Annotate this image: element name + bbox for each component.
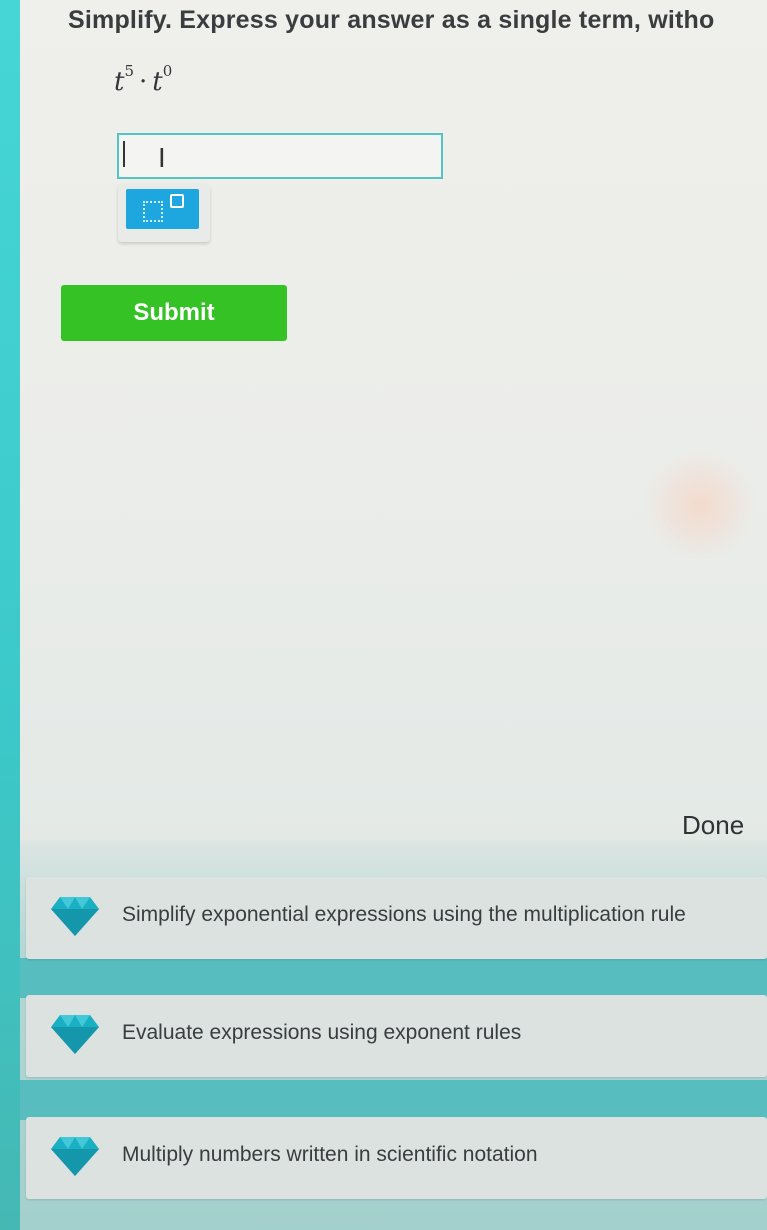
multiplication-dot: · (139, 67, 148, 97)
content-background (20, 0, 767, 860)
expression-base: t (152, 67, 163, 97)
exponent-button[interactable] (126, 189, 199, 229)
skills-separator-band (20, 958, 767, 998)
expression-exponent: 5 (124, 62, 134, 80)
screen-glare (640, 450, 760, 560)
math-expression: t5 · t0 (114, 62, 172, 97)
skill-label: Simplify exponential expressions using t… (122, 903, 686, 926)
answer-input[interactable] (117, 133, 443, 179)
diamond-icon (51, 1137, 99, 1176)
expression-exponent: 0 (162, 62, 173, 80)
skill-label: Multiply numbers written in scientific n… (122, 1143, 538, 1166)
question-prompt: Simplify. Express your answer as a singl… (68, 6, 715, 34)
skill-card[interactable]: Multiply numbers written in scientific n… (26, 1117, 767, 1199)
ibeam-cursor-icon: I (158, 144, 166, 174)
exponent-template-icon (143, 201, 163, 222)
skill-label: Evaluate expressions using exponent rule… (122, 1021, 522, 1044)
skills-separator-band (20, 1080, 767, 1120)
text-caret (123, 141, 125, 167)
exponent-box-icon (170, 194, 184, 208)
submit-button[interactable]: Submit (61, 285, 287, 341)
done-label[interactable]: Done (682, 810, 744, 841)
diamond-icon (51, 897, 99, 936)
diamond-icon (51, 1015, 99, 1054)
skill-card[interactable]: Evaluate expressions using exponent rule… (26, 995, 767, 1077)
expression-base: t (114, 67, 125, 97)
skill-card[interactable]: Simplify exponential expressions using t… (26, 877, 767, 959)
left-accent-stripe (0, 0, 20, 1230)
